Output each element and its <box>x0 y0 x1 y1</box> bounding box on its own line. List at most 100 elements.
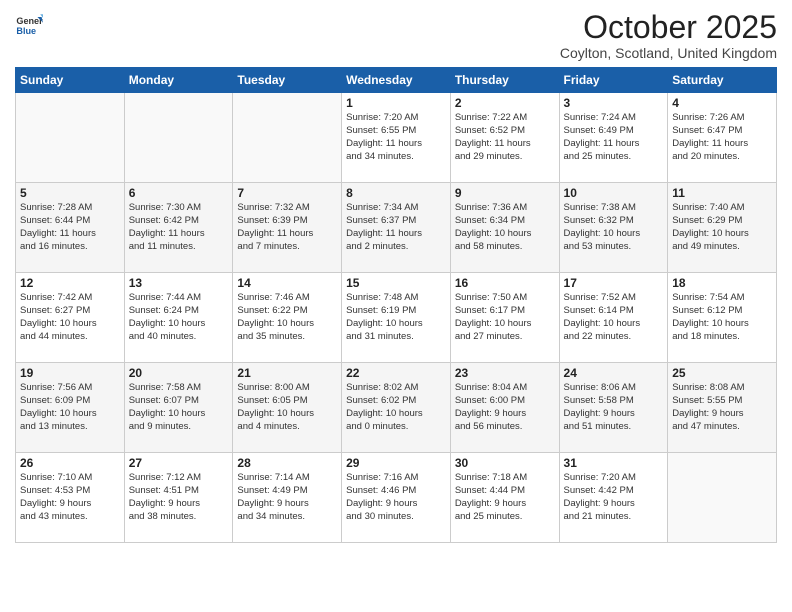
day-info: Sunrise: 7:58 AM Sunset: 6:07 PM Dayligh… <box>129 382 229 433</box>
day-number: 3 <box>564 96 664 110</box>
table-row: 18 Sunrise: 7:54 AM Sunset: 6:12 PM Dayli… <box>668 273 777 363</box>
day-number: 21 <box>237 366 337 380</box>
header-sunday: Sunday <box>16 68 125 93</box>
table-row: 8 Sunrise: 7:34 AM Sunset: 6:37 PM Daylig… <box>342 183 451 273</box>
logo: General Blue <box>15 10 43 38</box>
day-number: 22 <box>346 366 446 380</box>
table-row: 6 Sunrise: 7:30 AM Sunset: 6:42 PM Daylig… <box>124 183 233 273</box>
day-number: 28 <box>237 456 337 470</box>
day-info: Sunrise: 8:08 AM Sunset: 5:55 PM Dayligh… <box>672 382 772 433</box>
table-row: 4 Sunrise: 7:26 AM Sunset: 6:47 PM Daylig… <box>668 93 777 183</box>
day-number: 18 <box>672 276 772 290</box>
day-info: Sunrise: 8:02 AM Sunset: 6:02 PM Dayligh… <box>346 382 446 433</box>
day-number: 10 <box>564 186 664 200</box>
table-row: 31 Sunrise: 7:20 AM Sunset: 4:42 PM Dayli… <box>559 453 668 543</box>
day-number: 20 <box>129 366 229 380</box>
table-row: 1Sunrise: 7:20 AM Sunset: 6:55 PM Daylig… <box>342 93 451 183</box>
calendar-table: Sunday Monday Tuesday Wednesday Thursday… <box>15 67 777 543</box>
table-row: 9 Sunrise: 7:36 AM Sunset: 6:34 PM Daylig… <box>450 183 559 273</box>
table-row: 3Sunrise: 7:24 AM Sunset: 6:49 PM Daylig… <box>559 93 668 183</box>
table-row: 7Sunrise: 7:32 AM Sunset: 6:39 PM Daylig… <box>233 183 342 273</box>
table-row: 19 Sunrise: 7:56 AM Sunset: 6:09 PM Dayli… <box>16 363 125 453</box>
day-info: Sunrise: 7:38 AM Sunset: 6:32 PM Dayligh… <box>564 202 664 253</box>
day-info: Sunrise: 7:46 AM Sunset: 6:22 PM Dayligh… <box>237 292 337 343</box>
day-info: Sunrise: 7:44 AM Sunset: 6:24 PM Dayligh… <box>129 292 229 343</box>
table-row: 23 Sunrise: 8:04 AM Sunset: 6:00 PM Dayli… <box>450 363 559 453</box>
table-row: 22 Sunrise: 8:02 AM Sunset: 6:02 PM Dayli… <box>342 363 451 453</box>
day-number: 27 <box>129 456 229 470</box>
day-info: Sunrise: 7:50 AM Sunset: 6:17 PM Dayligh… <box>455 292 555 343</box>
day-info: Sunrise: 7:28 AM Sunset: 6:44 PM Dayligh… <box>20 202 120 253</box>
table-row: 2 Sunrise: 7:22 AM Sunset: 6:52 PM Daylig… <box>450 93 559 183</box>
day-info: Sunrise: 7:52 AM Sunset: 6:14 PM Dayligh… <box>564 292 664 343</box>
table-row: 16Sunrise: 7:50 AM Sunset: 6:17 PM Dayli… <box>450 273 559 363</box>
logo-icon: General Blue <box>15 10 43 38</box>
day-info: Sunrise: 8:00 AM Sunset: 6:05 PM Dayligh… <box>237 382 337 433</box>
day-info: Sunrise: 7:54 AM Sunset: 6:12 PM Dayligh… <box>672 292 772 343</box>
day-number: 19 <box>20 366 120 380</box>
title-block: October 2025 Coylton, Scotland, United K… <box>560 10 777 61</box>
header-monday: Monday <box>124 68 233 93</box>
day-info: Sunrise: 7:48 AM Sunset: 6:19 PM Dayligh… <box>346 292 446 343</box>
table-row: 20 Sunrise: 7:58 AM Sunset: 6:07 PM Dayli… <box>124 363 233 453</box>
day-number: 15 <box>346 276 446 290</box>
day-info: Sunrise: 7:30 AM Sunset: 6:42 PM Dayligh… <box>129 202 229 253</box>
header-friday: Friday <box>559 68 668 93</box>
day-number: 29 <box>346 456 446 470</box>
day-info: Sunrise: 7:20 AM Sunset: 4:42 PM Dayligh… <box>564 472 664 523</box>
day-number: 2 <box>455 96 555 110</box>
table-row: 12 Sunrise: 7:42 AM Sunset: 6:27 PM Dayli… <box>16 273 125 363</box>
table-row: 27 Sunrise: 7:12 AM Sunset: 4:51 PM Dayli… <box>124 453 233 543</box>
day-info: Sunrise: 7:34 AM Sunset: 6:37 PM Dayligh… <box>346 202 446 253</box>
table-row: 29 Sunrise: 7:16 AM Sunset: 4:46 PM Dayli… <box>342 453 451 543</box>
svg-text:Blue: Blue <box>16 26 36 36</box>
day-info: Sunrise: 8:04 AM Sunset: 6:00 PM Dayligh… <box>455 382 555 433</box>
day-number: 7 <box>237 186 337 200</box>
day-number: 9 <box>455 186 555 200</box>
day-number: 5 <box>20 186 120 200</box>
day-number: 8 <box>346 186 446 200</box>
table-row: 10 Sunrise: 7:38 AM Sunset: 6:32 PM Dayli… <box>559 183 668 273</box>
table-row: 17Sunrise: 7:52 AM Sunset: 6:14 PM Dayli… <box>559 273 668 363</box>
day-info: Sunrise: 7:36 AM Sunset: 6:34 PM Dayligh… <box>455 202 555 253</box>
day-number: 26 <box>20 456 120 470</box>
day-number: 30 <box>455 456 555 470</box>
day-info: Sunrise: 7:42 AM Sunset: 6:27 PM Dayligh… <box>20 292 120 343</box>
day-info: Sunrise: 7:56 AM Sunset: 6:09 PM Dayligh… <box>20 382 120 433</box>
day-number: 11 <box>672 186 772 200</box>
day-number: 25 <box>672 366 772 380</box>
day-number: 24 <box>564 366 664 380</box>
day-info: Sunrise: 7:22 AM Sunset: 6:52 PM Dayligh… <box>455 112 555 163</box>
day-info: Sunrise: 7:20 AM Sunset: 6:55 PM Dayligh… <box>346 112 446 163</box>
month-title: October 2025 <box>560 10 777 45</box>
header: General Blue October 2025 Coylton, Scotl… <box>15 10 777 61</box>
day-number: 23 <box>455 366 555 380</box>
table-row: 14 Sunrise: 7:46 AM Sunset: 6:22 PM Dayli… <box>233 273 342 363</box>
day-number: 13 <box>129 276 229 290</box>
day-info: Sunrise: 7:16 AM Sunset: 4:46 PM Dayligh… <box>346 472 446 523</box>
header-wednesday: Wednesday <box>342 68 451 93</box>
table-row: 24Sunrise: 8:06 AM Sunset: 5:58 PM Dayli… <box>559 363 668 453</box>
table-row: 26Sunrise: 7:10 AM Sunset: 4:53 PM Dayli… <box>16 453 125 543</box>
day-number: 31 <box>564 456 664 470</box>
day-number: 12 <box>20 276 120 290</box>
day-info: Sunrise: 7:18 AM Sunset: 4:44 PM Dayligh… <box>455 472 555 523</box>
day-info: Sunrise: 7:26 AM Sunset: 6:47 PM Dayligh… <box>672 112 772 163</box>
table-row: 15 Sunrise: 7:48 AM Sunset: 6:19 PM Dayli… <box>342 273 451 363</box>
page: General Blue October 2025 Coylton, Scotl… <box>0 0 792 612</box>
day-number: 6 <box>129 186 229 200</box>
table-row: 13 Sunrise: 7:44 AM Sunset: 6:24 PM Dayli… <box>124 273 233 363</box>
day-info: Sunrise: 7:40 AM Sunset: 6:29 PM Dayligh… <box>672 202 772 253</box>
table-row: 30 Sunrise: 7:18 AM Sunset: 4:44 PM Dayli… <box>450 453 559 543</box>
table-row <box>124 93 233 183</box>
location: Coylton, Scotland, United Kingdom <box>560 45 777 61</box>
day-number: 14 <box>237 276 337 290</box>
header-thursday: Thursday <box>450 68 559 93</box>
day-info: Sunrise: 7:14 AM Sunset: 4:49 PM Dayligh… <box>237 472 337 523</box>
table-row: 5 Sunrise: 7:28 AM Sunset: 6:44 PM Daylig… <box>16 183 125 273</box>
table-row <box>233 93 342 183</box>
table-row: 28 Sunrise: 7:14 AM Sunset: 4:49 PM Dayli… <box>233 453 342 543</box>
day-info: Sunrise: 7:12 AM Sunset: 4:51 PM Dayligh… <box>129 472 229 523</box>
table-row: 21 Sunrise: 8:00 AM Sunset: 6:05 PM Dayli… <box>233 363 342 453</box>
day-number: 4 <box>672 96 772 110</box>
